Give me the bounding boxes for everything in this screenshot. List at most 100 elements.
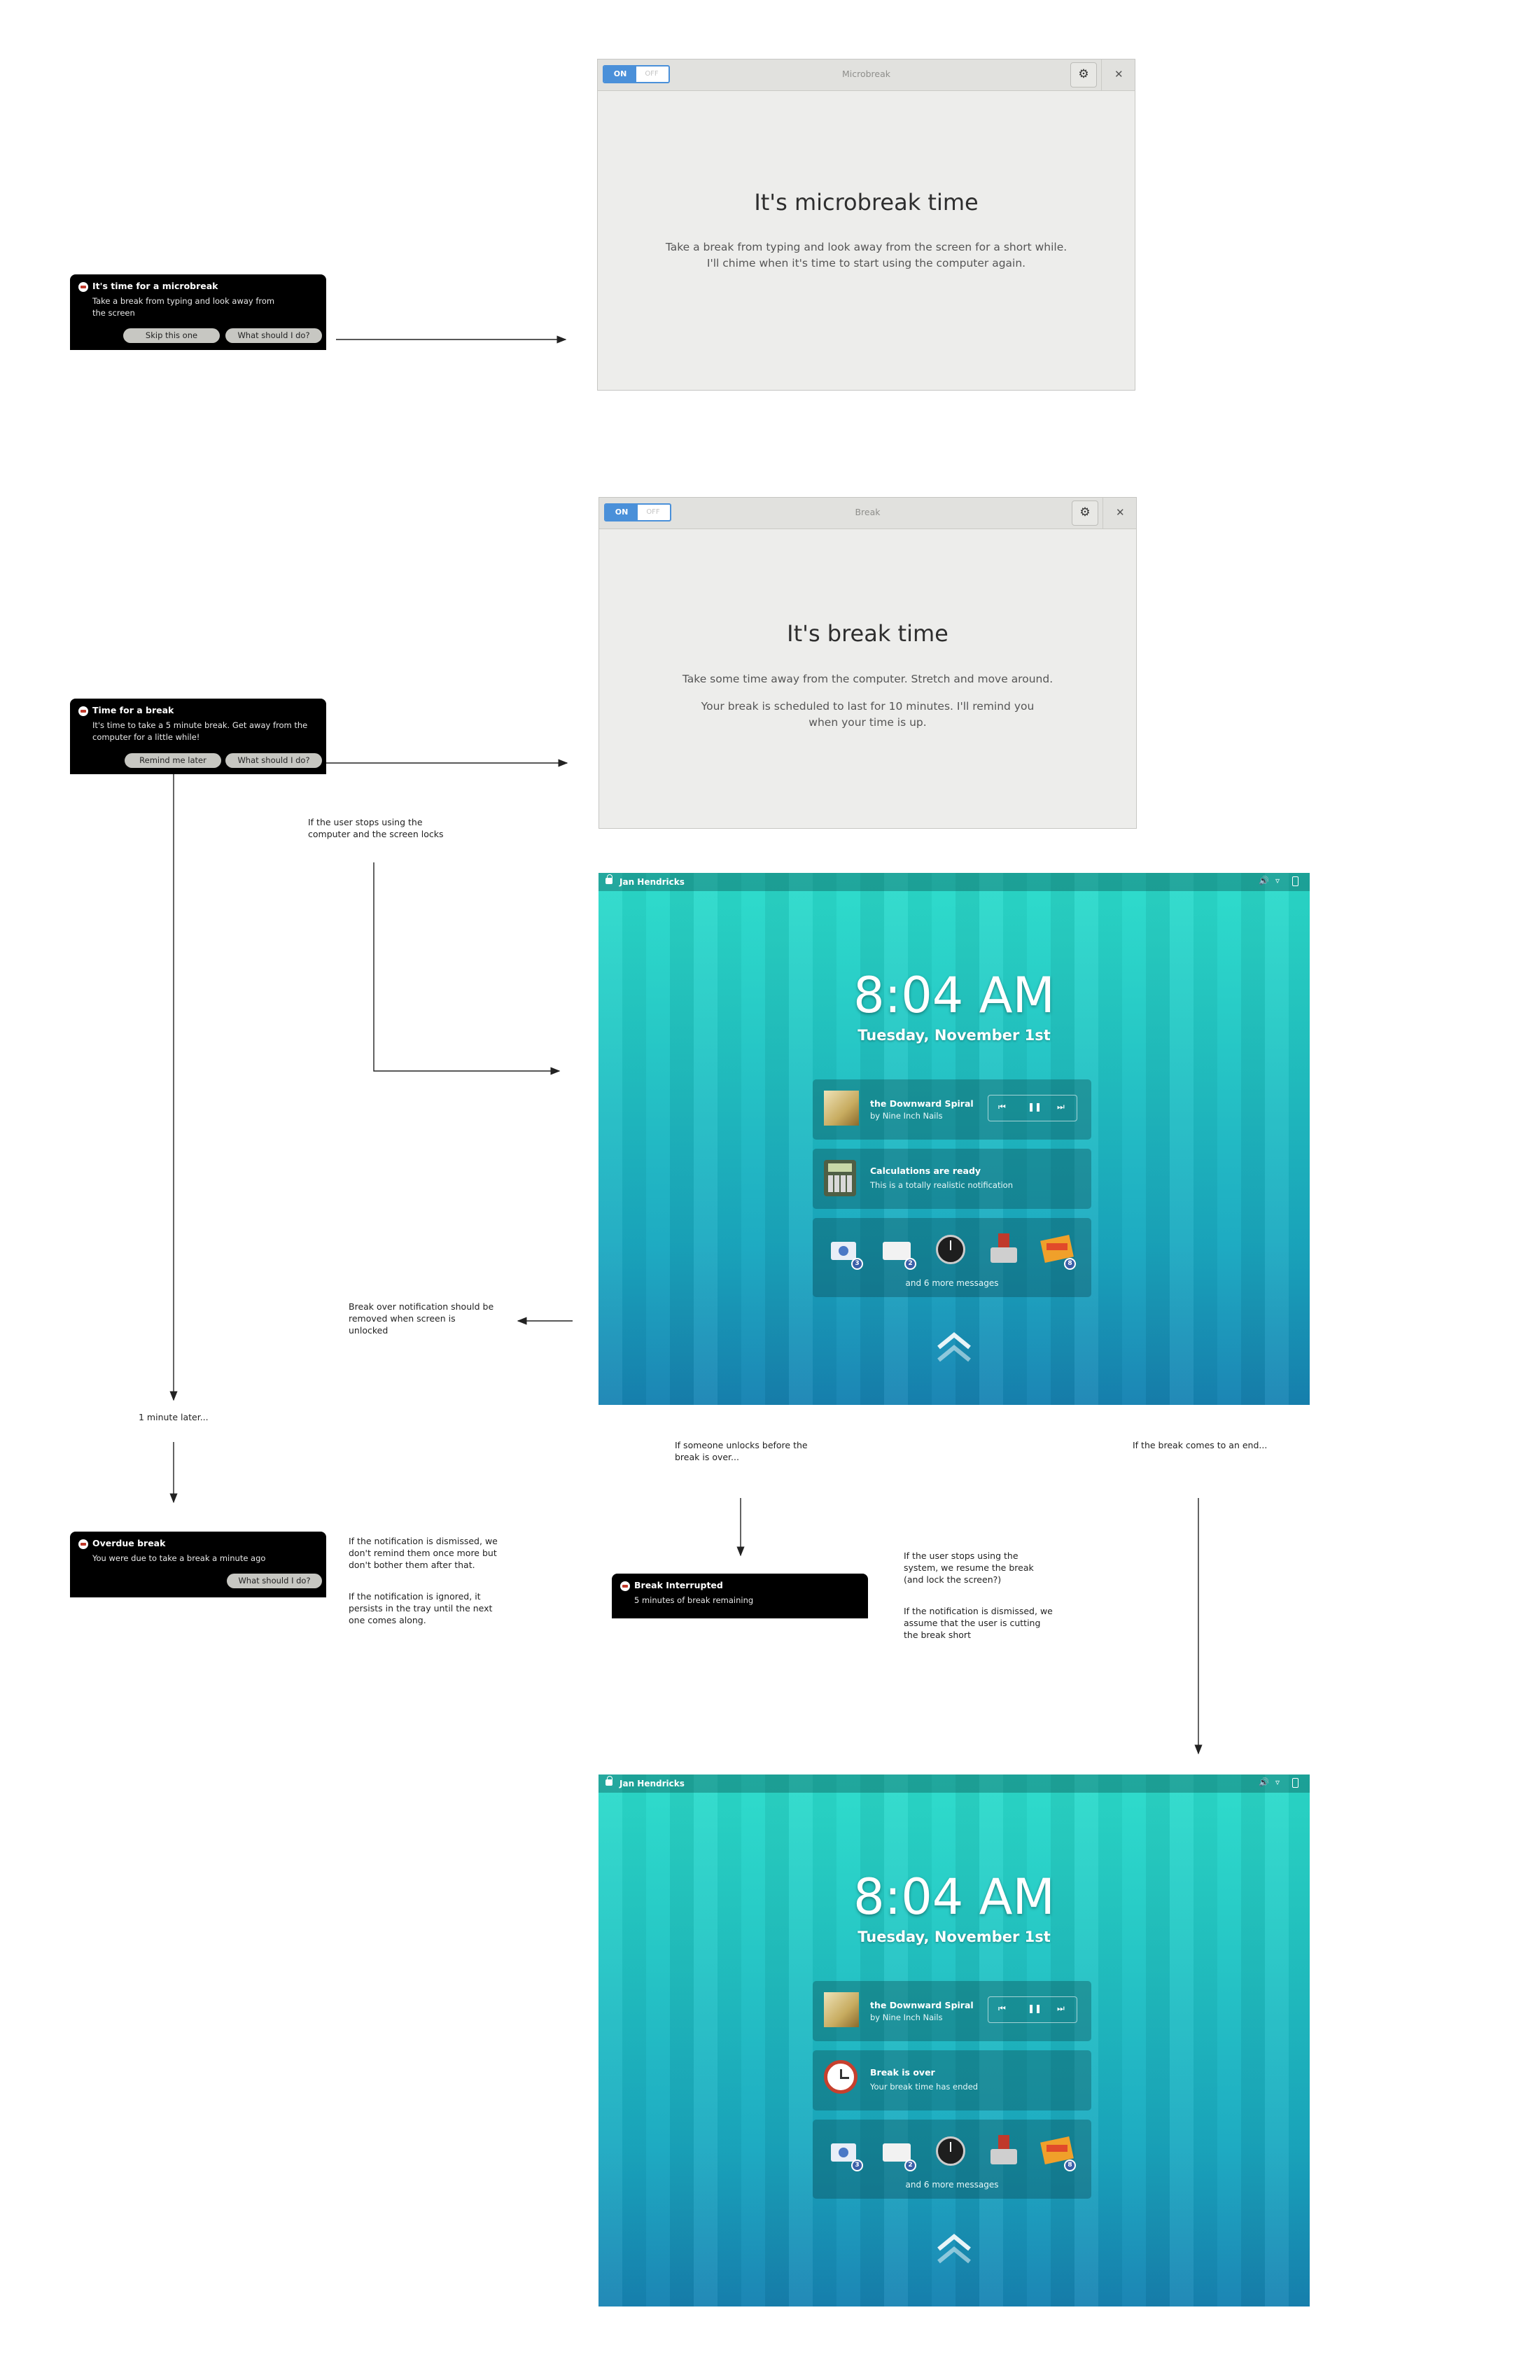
message-summary-card[interactable]: 3 2 8 and 6 more messages xyxy=(813,1218,1091,1297)
clock-time: 8:04 AM xyxy=(853,967,1055,1024)
note-minute-later: 1 minute later... xyxy=(139,1412,209,1422)
count-badge: 3 xyxy=(851,2160,863,2171)
break-icon xyxy=(78,282,88,292)
window-text-line: when your time is up. xyxy=(808,716,927,729)
pause-icon[interactable]: ❚❚ xyxy=(1028,1102,1042,1112)
next-icon[interactable]: ⏭ xyxy=(1057,1102,1065,1112)
alarm-clock-icon xyxy=(824,2060,858,2094)
media-title: the Downward Spiral xyxy=(870,2000,974,2010)
break-notification[interactable]: Time for a break It's time to take a 5 m… xyxy=(70,699,326,774)
notification-card-body: This is a totally realistic notification xyxy=(870,1180,1013,1190)
mail-app-icon[interactable]: 2 xyxy=(880,2134,916,2171)
note-line: the break short xyxy=(904,1630,971,1640)
note-line: removed when screen is xyxy=(349,1313,456,1324)
break-interrupted-notification[interactable]: Break Interrupted 5 minutes of break rem… xyxy=(612,1574,868,1618)
clock-date: Tuesday, November 1st xyxy=(858,1027,1051,1044)
note-line: Break over notification should be xyxy=(349,1301,494,1312)
media-player-card[interactable]: the Downward Spiral by Nine Inch Nails ⏮… xyxy=(813,1079,1091,1140)
window-text-line: Take a break from typing and look away f… xyxy=(665,241,1068,253)
note-dismissed: If the notification is dismissed, we don… xyxy=(349,1535,498,1571)
message-summary-card[interactable]: 3 2 8 and 6 more messages xyxy=(813,2120,1091,2199)
lock-icon xyxy=(606,1776,612,1786)
overdue-notification[interactable]: Overdue break You were due to take a bre… xyxy=(70,1532,326,1597)
contacts-app-icon[interactable]: 3 xyxy=(827,2134,863,2171)
note-break-ends: If the break comes to an end... xyxy=(1133,1440,1268,1450)
clock-app-icon[interactable] xyxy=(933,2134,968,2169)
media-artist: by Nine Inch Nails xyxy=(870,1111,943,1121)
top-bar: Jan Hendricks 🔊 ▿ xyxy=(598,873,1310,891)
notification-title: Break Interrupted xyxy=(634,1580,723,1590)
media-controls[interactable]: ⏮ ❚❚ ⏭ xyxy=(988,1095,1077,1121)
notification-body-line: computer for a little while! xyxy=(92,732,200,742)
note-someone-unlocks: If someone unlocks before the break is o… xyxy=(675,1439,808,1463)
notification-body-line: It's time to take a 5 minute break. Get … xyxy=(92,720,308,730)
previous-icon[interactable]: ⏮ xyxy=(998,2003,1006,2014)
notification-card-title: Break is over xyxy=(870,2067,935,2078)
note-line: don't remind them once more but xyxy=(349,1548,497,1558)
download-app-icon[interactable] xyxy=(986,1232,1021,1267)
notification-card[interactable]: Break is over Your break time has ended xyxy=(813,2050,1091,2110)
skip-button[interactable]: Skip this one xyxy=(123,328,220,343)
note-line: If the notification is dismissed, we xyxy=(904,1606,1053,1616)
download-app-icon[interactable] xyxy=(986,2134,1021,2169)
media-controls[interactable]: ⏮ ❚❚ ⏭ xyxy=(988,1996,1077,2023)
note-screen-locks: If the user stops using the computer and… xyxy=(308,816,444,840)
note-line: If the user stops using the xyxy=(904,1550,1018,1561)
lock-icon xyxy=(606,874,612,884)
notification-body: You were due to take a break a minute ag… xyxy=(92,1553,266,1563)
lock-screen-first: Jan Hendricks 🔊 ▿ 8:04 AM Tuesday, Novem… xyxy=(598,873,1310,1405)
volume-icon[interactable]: 🔊 xyxy=(1259,1777,1269,1787)
settings-tools-icon[interactable]: ⚙ xyxy=(1072,500,1098,526)
media-player-card[interactable]: the Downward Spiral by Nine Inch Nails ⏮… xyxy=(813,1981,1091,2041)
close-icon[interactable]: ✕ xyxy=(1114,68,1124,80)
note-line: don't bother them after that. xyxy=(349,1560,475,1570)
volume-icon[interactable]: 🔊 xyxy=(1259,876,1269,886)
arrow-screen-locks xyxy=(373,862,561,1075)
close-icon[interactable]: ✕ xyxy=(1116,506,1125,519)
settings-tools-icon[interactable]: ⚙ xyxy=(1070,62,1097,88)
clock-date: Tuesday, November 1st xyxy=(858,1928,1051,1945)
previous-icon[interactable]: ⏮ xyxy=(998,1102,1006,1112)
album-art xyxy=(824,1091,859,1126)
remind-me-later-button[interactable]: Remind me later xyxy=(125,753,221,768)
note-ignored: If the notification is ignored, it persi… xyxy=(349,1590,492,1626)
mail-app-icon[interactable]: 2 xyxy=(880,1232,916,1270)
notification-card[interactable]: Calculations are ready This is a totally… xyxy=(813,1149,1091,1209)
notification-card-title: Calculations are ready xyxy=(870,1166,981,1176)
notification-body-line: Take a break from typing and look away f… xyxy=(92,296,275,306)
battery-icon[interactable] xyxy=(1292,876,1298,886)
wifi-icon[interactable]: ▿ xyxy=(1275,1777,1280,1787)
clock-app-icon[interactable] xyxy=(933,1232,968,1267)
notification-body: 5 minutes of break remaining xyxy=(634,1595,754,1605)
notification-body-line: the screen xyxy=(92,308,135,318)
note-line: If someone unlocks before the xyxy=(675,1440,808,1450)
what-should-i-do-button[interactable]: What should I do? xyxy=(227,1574,322,1588)
chevron-up-icon[interactable] xyxy=(934,2231,974,2266)
break-window: ON OFF Break ⚙ ✕ It's break time Take so… xyxy=(598,497,1137,829)
pause-icon[interactable]: ❚❚ xyxy=(1028,2003,1042,2013)
note-line: If the notification is ignored, it xyxy=(349,1591,481,1602)
battery-icon[interactable] xyxy=(1292,1778,1298,1788)
note-line: If the notification is dismissed, we xyxy=(349,1536,498,1546)
package-app-icon[interactable]: 8 xyxy=(1040,1232,1076,1270)
break-icon xyxy=(78,706,88,716)
wifi-icon[interactable]: ▿ xyxy=(1275,876,1280,886)
lock-screen-second: Jan Hendricks 🔊 ▿ 8:04 AM Tuesday, Novem… xyxy=(598,1774,1310,2306)
microbreak-notification[interactable]: It's time for a microbreak Take a break … xyxy=(70,274,326,350)
note-cut-short: If the notification is dismissed, we ass… xyxy=(904,1605,1053,1641)
chevron-up-icon[interactable] xyxy=(934,1329,974,1364)
what-should-i-do-button[interactable]: What should I do? xyxy=(225,328,322,343)
note-line: one comes along. xyxy=(349,1615,426,1625)
what-should-i-do-button[interactable]: What should I do? xyxy=(225,753,322,768)
note-line: assume that the user is cutting xyxy=(904,1618,1041,1628)
user-name: Jan Hendricks xyxy=(620,877,685,887)
package-app-icon[interactable]: 8 xyxy=(1040,2134,1076,2171)
break-icon xyxy=(620,1581,630,1591)
window-text-line: Take some time away from the computer. S… xyxy=(682,673,1054,685)
header-separator xyxy=(1101,59,1102,90)
next-icon[interactable]: ⏭ xyxy=(1057,2003,1065,2014)
note-line: persists in the tray until the next xyxy=(349,1603,493,1614)
contacts-app-icon[interactable]: 3 xyxy=(827,1232,863,1270)
count-badge: 8 xyxy=(1064,1258,1076,1270)
window-text-line: Your break is scheduled to last for 10 m… xyxy=(701,700,1035,713)
